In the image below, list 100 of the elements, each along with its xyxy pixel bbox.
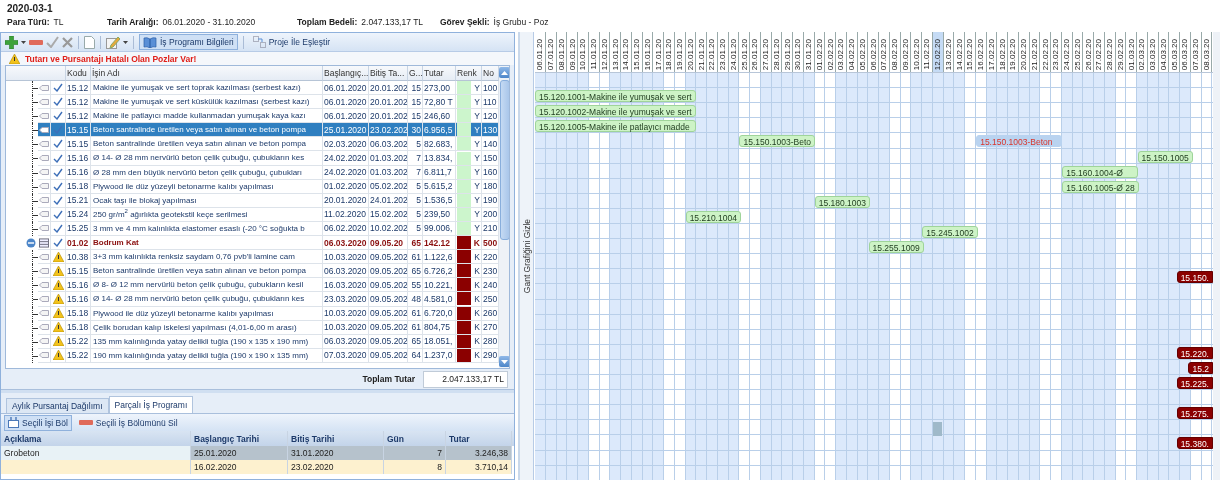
column-header[interactable]: Kodu bbox=[66, 66, 91, 81]
date-header[interactable]: 05.03.20 bbox=[1169, 32, 1180, 72]
table-row[interactable]: 15.22 135 mm kalınlığında yatay delikli tuğla (190 x 135 x 190 mm) 06.03.2020 09.05.202 65 18.051, K 280 bbox=[6, 334, 499, 349]
table-row[interactable]: Grobeton 25.01.2020 31.01.2020 7 3.246,38 bbox=[1, 446, 514, 460]
date-header[interactable]: 29.02.20 bbox=[1115, 32, 1127, 72]
date-header[interactable]: 26.02.20 bbox=[1083, 32, 1094, 72]
date-header[interactable]: 28.01.20 bbox=[771, 32, 783, 72]
date-header[interactable]: 17.01.20 bbox=[653, 32, 664, 72]
gantt-bar[interactable]: 15.120.1002-Makine ile yumuşak ve sert bbox=[535, 105, 697, 118]
scroll-up-button[interactable] bbox=[499, 67, 509, 78]
date-header[interactable]: 24.02.20 bbox=[1061, 32, 1073, 72]
column-header[interactable]: Başlangıç... bbox=[323, 66, 369, 81]
table-row[interactable]: 01.02 Bodrum Kat 06.03.2020 09.05.20 65 142.12 K 500 bbox=[6, 236, 499, 251]
date-header[interactable]: 10.02.20 bbox=[911, 32, 922, 72]
date-header[interactable]: 29.01.20 bbox=[782, 32, 793, 72]
gantt-bar[interactable]: 15.380. bbox=[1176, 437, 1213, 450]
date-header[interactable]: 06.01.20 bbox=[535, 32, 546, 72]
scrollbar[interactable] bbox=[499, 66, 509, 368]
date-header[interactable]: 25.01.20 bbox=[739, 32, 750, 72]
project-info-button[interactable]: İş Programı Bilgileri bbox=[139, 34, 238, 50]
scroll-down-button[interactable] bbox=[499, 356, 509, 367]
table-row[interactable]: 15.12 Makine ile yumuşak ve sert küskülük kazılması (serbest kazı) 06.01.2020 20.01.202 15 72,80 T Y 110 bbox=[6, 95, 499, 110]
table-row[interactable]: 15.24 250 gr/m$^{2}$ ağırlıkta geotekstil keçe serilmesi 11.02.2020 15.02.202 5 239,50 Y 200 bbox=[6, 207, 499, 222]
date-header[interactable]: 23.01.20 bbox=[717, 32, 729, 72]
date-header[interactable]: 09.02.20 bbox=[900, 32, 912, 72]
date-header[interactable]: 10.01.20 bbox=[578, 32, 589, 72]
date-header[interactable]: 11.02.20 bbox=[922, 32, 933, 72]
gantt-bar[interactable]: 15.150. bbox=[1176, 271, 1213, 284]
close-icon[interactable] bbox=[62, 36, 73, 48]
date-header[interactable]: 06.03.20 bbox=[1180, 32, 1191, 72]
date-header[interactable]: 05.02.20 bbox=[857, 32, 869, 72]
column-header[interactable]: G... bbox=[408, 66, 423, 81]
date-header[interactable]: 01.03.20 bbox=[1126, 32, 1137, 72]
date-header[interactable]: 19.01.20 bbox=[674, 32, 686, 72]
date-header[interactable]: 30.01.20 bbox=[793, 32, 804, 72]
gantt-bar[interactable]: 15.255.1009 bbox=[868, 241, 924, 254]
date-header[interactable]: 02.02.20 bbox=[825, 32, 836, 72]
caret-icon[interactable] bbox=[123, 40, 128, 44]
date-header[interactable]: 01.02.20 bbox=[814, 32, 826, 72]
action-button[interactable]: Seçili İşi Böl bbox=[4, 414, 72, 431]
date-header[interactable]: 02.03.20 bbox=[1137, 32, 1148, 72]
date-header[interactable]: 09.01.20 bbox=[567, 32, 578, 72]
date-header[interactable]: 03.03.20 bbox=[1147, 32, 1159, 72]
date-header[interactable]: 16.01.20 bbox=[642, 32, 654, 72]
document-icon[interactable] bbox=[84, 35, 95, 49]
column-header[interactable]: Bitiş Ta... bbox=[369, 66, 408, 81]
table-row[interactable]: 15.16 Ø 14- Ø 28 mm nervürlü beton çelik çubuğu, çubukların kes 24.02.2020 01.03.202 7 13.834, Y 150 bbox=[6, 151, 499, 166]
table-row[interactable]: 15.25 3 mm ve 4 mm kalınlıkta elastomer esaslı (-20 °C soğukta b 06.02.2020 10.02.202 5 99.006, Y 210 bbox=[6, 221, 499, 237]
table-row[interactable]: 15.18 Plywood ile düz yüzeyli betonarme kalıbı yapılması 01.02.2020 05.02.202 5 5.615,2 Y 180 bbox=[6, 179, 499, 194]
date-header[interactable]: 22.02.20 bbox=[1040, 32, 1051, 72]
date-header[interactable]: 18.02.20 bbox=[997, 32, 1008, 72]
table-row[interactable]: 15.16 Ø 28 mm den büyük nervürlü beton çelik çubuğu, çubukları 24.02.2020 01.03.202 7 6.811,7 Y 160 bbox=[6, 165, 499, 180]
table-row[interactable]: 10.38 3+3 mm kalınlıkta renksiz saydam 0,76 pvb'li lamine cam 10.03.2020 09.05.202 61 1.122,6 K 220 bbox=[6, 250, 499, 265]
date-header[interactable]: 22.01.20 bbox=[707, 32, 718, 72]
date-header[interactable]: 12.01.20 bbox=[599, 32, 611, 72]
date-header[interactable]: 28.02.20 bbox=[1104, 32, 1116, 72]
date-header[interactable]: 11.01.20 bbox=[588, 32, 600, 72]
date-header[interactable]: 04.02.20 bbox=[846, 32, 858, 72]
column-header[interactable]: İşin Adı bbox=[91, 66, 323, 81]
date-header[interactable]: 04.03.20 bbox=[1158, 32, 1170, 72]
gantt-marker[interactable] bbox=[933, 422, 943, 437]
date-header[interactable]: 27.01.20 bbox=[760, 32, 772, 72]
date-header[interactable]: 15.01.20 bbox=[631, 32, 643, 72]
scroll-thumb[interactable] bbox=[499, 80, 509, 240]
date-header[interactable]: 15.02.20 bbox=[965, 32, 976, 72]
date-header[interactable]: 23.02.20 bbox=[1051, 32, 1062, 72]
action-button[interactable]: Seçili İş Bölümünü Sil bbox=[74, 414, 182, 431]
date-header[interactable]: 13.01.20 bbox=[610, 32, 621, 72]
date-header[interactable]: 31.01.20 bbox=[803, 32, 815, 72]
date-header[interactable]: 27.02.20 bbox=[1094, 32, 1105, 72]
table-row[interactable]: 15.22 190 mm kalınlığında yatay delikli tuğla (190 x 190 x 135 mm) 07.03.2020 09.05.202 64 1.237,0 K 290 bbox=[6, 348, 499, 363]
date-header[interactable]: 07.01.20 bbox=[545, 32, 557, 72]
check-icon[interactable] bbox=[46, 36, 59, 48]
date-header[interactable]: 26.01.20 bbox=[750, 32, 761, 72]
date-header[interactable]: 12.02.20 bbox=[932, 32, 944, 72]
gantt-bar[interactable]: 15.245.1002 bbox=[922, 226, 978, 238]
table-row[interactable]: 15.16 Ø 8- Ø 12 mm nervürlü beton çelik çubuğu, çubukların kesil 16.03.2020 09.05.202 55 10.221, K 240 bbox=[6, 278, 499, 293]
gantt-bar[interactable]: 15.150.1003-Beto bbox=[739, 135, 816, 148]
date-header[interactable]: 25.02.20 bbox=[1072, 32, 1084, 72]
date-header[interactable]: 21.01.20 bbox=[696, 32, 707, 72]
date-header[interactable]: 08.01.20 bbox=[556, 32, 568, 72]
date-header[interactable]: 08.02.20 bbox=[889, 32, 901, 72]
table-row[interactable]: 15.15 Beton santralinde üretilen veya satın alınan ve beton pompa 25.01.2020 23.02.202 30 6.956,5 Y 130 bbox=[6, 123, 499, 138]
gantt-bar[interactable]: 15.225. bbox=[1176, 377, 1213, 389]
match-project-button[interactable]: Proje İle Eşleştir bbox=[248, 34, 335, 50]
table-row[interactable]: 15.15 Beton santralinde üretilen veya satın alınan ve beton pompa 02.03.2020 06.03.202 5 82.683, Y 140 bbox=[6, 137, 499, 152]
table-row[interactable]: 15.12 Makine ile yumuşak ve sert toprak kazılması (serbest kazı) 06.01.2020 20.01.202 15 273,00 Y 100 bbox=[6, 81, 499, 96]
table-row[interactable]: 15.18 Plywood ile düz yüzeyli betonarme kalıbı yapılması 10.03.2020 09.05.202 61 6.720,0 K 260 bbox=[6, 306, 499, 321]
gantt-bar[interactable]: 15.275. bbox=[1176, 407, 1213, 420]
date-header[interactable]: 21.02.20 bbox=[1029, 32, 1041, 72]
table-row[interactable]: 15.18 Çelik borudan kalıp iskelesi yapılması (4,01-6,00 m arası) 10.03.2020 09.05.202 61 804,75 K 270 bbox=[6, 320, 499, 335]
table-row[interactable]: 16.02.2020 23.02.2020 8 3.710,14 bbox=[1, 460, 514, 474]
date-header[interactable]: 20.01.20 bbox=[685, 32, 697, 72]
date-header[interactable]: 03.02.20 bbox=[836, 32, 847, 72]
collapse-icon[interactable] bbox=[26, 238, 36, 249]
date-header[interactable]: 16.02.20 bbox=[975, 32, 987, 72]
tab[interactable]: Aylık Pursantaj Dağılımı bbox=[6, 398, 109, 413]
gantt-bar[interactable]: 15.120.1005-Makine ile patlayıcı madde bbox=[535, 120, 697, 133]
date-header[interactable]: 20.02.20 bbox=[1018, 32, 1030, 72]
gantt-bar[interactable]: 15.120.1001-Makine ile yumuşak ve sert bbox=[535, 90, 697, 103]
